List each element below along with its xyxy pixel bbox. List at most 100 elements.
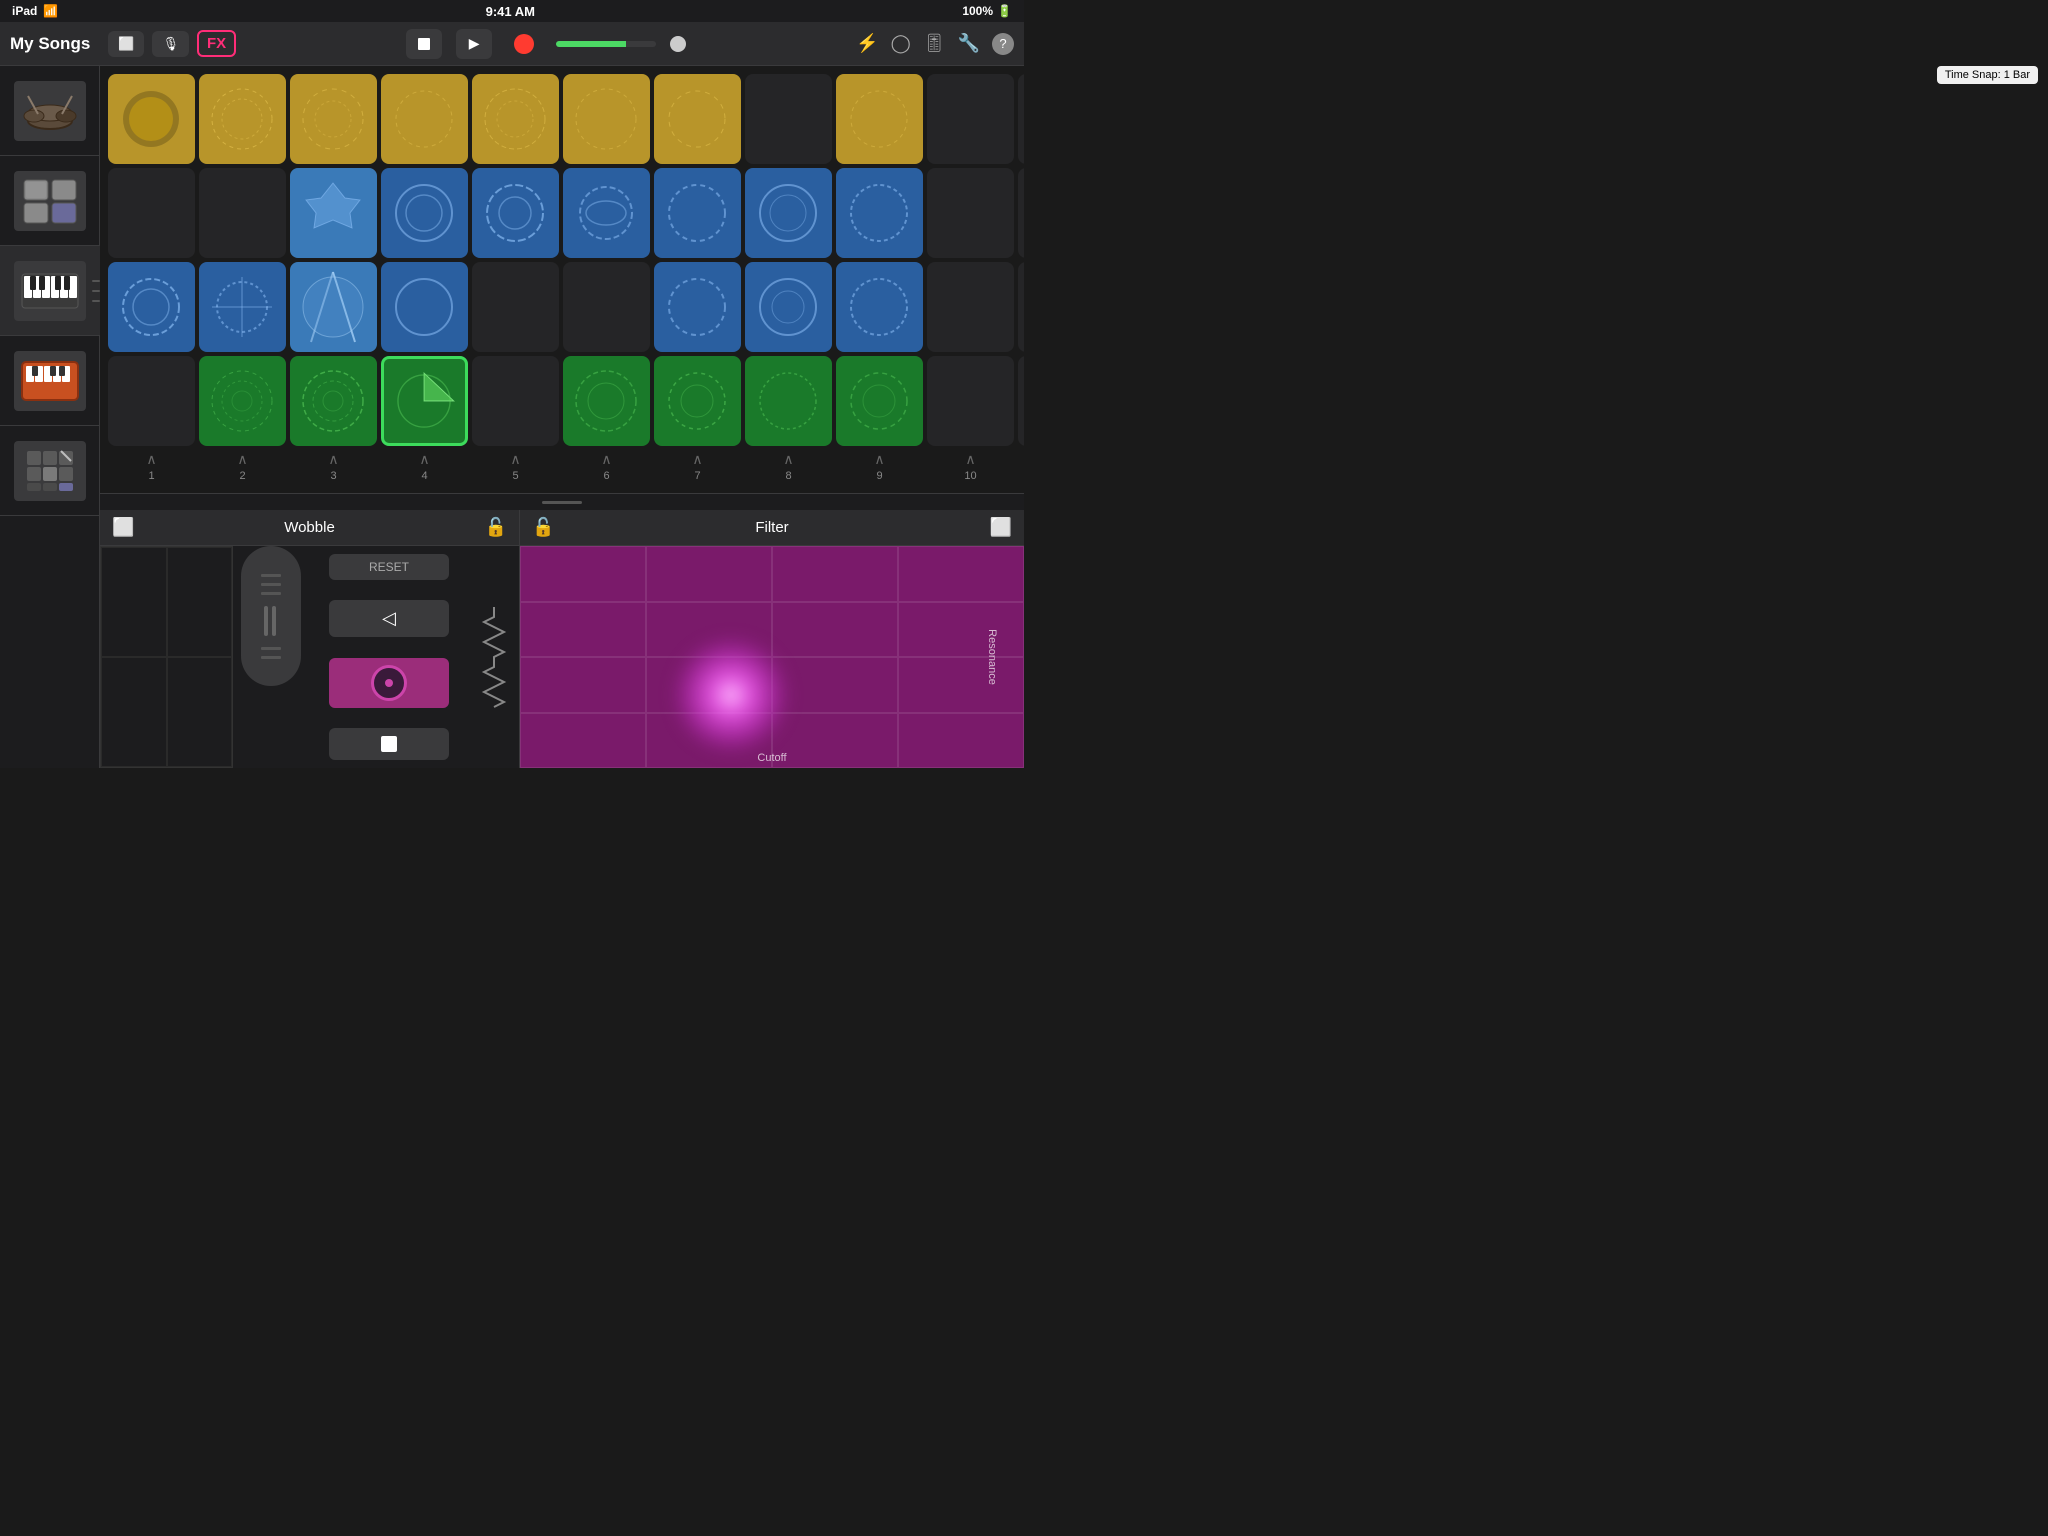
pad-3-5[interactable] [472, 262, 559, 352]
pad-1-2[interactable] [199, 74, 286, 164]
pad-3-8[interactable] [745, 262, 832, 352]
filter-cell-4 [898, 546, 1024, 602]
pad-2-3[interactable] [290, 168, 377, 258]
col-2[interactable]: ∧ 2 [199, 451, 286, 482]
pad-1-7[interactable] [654, 74, 741, 164]
wrench-icon[interactable]: 🔧 [958, 33, 980, 54]
wobble-scroll-knob[interactable] [241, 546, 301, 686]
pad-1-1[interactable] [108, 74, 195, 164]
back-button[interactable]: ◁ [329, 600, 449, 637]
loop-icon: ⬜ [118, 36, 134, 52]
pad-3-9[interactable] [836, 262, 923, 352]
volume-knob[interactable] [670, 36, 686, 52]
filter-cell-15 [772, 713, 898, 769]
col-7[interactable]: ∧ 7 [654, 451, 741, 482]
wobble-xy-pad[interactable] [100, 546, 233, 768]
squiggle-icon [474, 597, 514, 717]
col-5[interactable]: ∧ 5 [472, 451, 559, 482]
wobble-lock-icon[interactable]: 🔓 [485, 517, 507, 538]
stop-button[interactable] [329, 728, 449, 760]
instrument-keyboard[interactable] [0, 246, 100, 336]
wobble-q2[interactable] [167, 547, 233, 657]
pad-2-9[interactable] [836, 168, 923, 258]
instrument-grid[interactable] [0, 426, 100, 516]
pad-3-6[interactable] [563, 262, 650, 352]
pad-3-10[interactable] [927, 262, 1014, 352]
pad-3-1[interactable] [108, 262, 195, 352]
pad-1-9[interactable] [836, 74, 923, 164]
col-1[interactable]: ∧ 1 [108, 451, 195, 482]
col-6[interactable]: ∧ 6 [563, 451, 650, 482]
beat-pad-icon [14, 171, 86, 231]
play-button[interactable]: ▶ [456, 29, 492, 59]
filter-glow [671, 635, 791, 755]
pad-2-2[interactable] [199, 168, 286, 258]
pad-2-4[interactable] [381, 168, 468, 258]
instrument-beat-pad[interactable] [0, 156, 100, 246]
pad-2-6[interactable] [563, 168, 650, 258]
pad-4-10[interactable] [927, 356, 1014, 446]
stop-transport-button[interactable] [406, 29, 442, 59]
pad-4-11[interactable] [1018, 356, 1024, 446]
pad-4-7[interactable] [654, 356, 741, 446]
reset-button[interactable]: RESET [329, 554, 449, 580]
pad-2-11[interactable] [1018, 168, 1024, 258]
filter-expand-icon[interactable]: ⬜ [990, 517, 1012, 538]
pad-3-11[interactable] [1018, 262, 1024, 352]
wobble-q1[interactable] [101, 547, 167, 657]
status-bar: iPad 📶 9:41 AM 100% 🔋 [0, 0, 1024, 22]
pad-2-10[interactable] [927, 168, 1014, 258]
pad-4-2[interactable] [199, 356, 286, 446]
pad-1-8[interactable] [745, 74, 832, 164]
instrument-drum-kit[interactable] [0, 66, 100, 156]
pad-4-3[interactable] [290, 356, 377, 446]
filter-cell-5 [520, 602, 646, 658]
pad-3-7[interactable] [654, 262, 741, 352]
col-11[interactable]: ∧ 11 [1018, 451, 1024, 482]
mixer-icon[interactable]: 🎚 [923, 33, 946, 54]
wobble-q3[interactable] [101, 657, 167, 767]
pad-1-5[interactable] [472, 74, 559, 164]
col-4[interactable]: ∧ 4 [381, 451, 468, 482]
pad-2-5[interactable] [472, 168, 559, 258]
pad-4-6[interactable] [563, 356, 650, 446]
drag-handle[interactable] [100, 494, 1024, 510]
col-9[interactable]: ∧ 9 [836, 451, 923, 482]
pad-2-1[interactable] [108, 168, 195, 258]
metronome-icon[interactable]: ⚡ [856, 33, 878, 54]
filter-xy-display[interactable]: Cutoff Resonance [520, 546, 1024, 768]
help-icon[interactable]: ? [992, 33, 1014, 55]
pad-1-10[interactable] [927, 74, 1014, 164]
instrument-synth[interactable] [0, 336, 100, 426]
volume-slider[interactable] [556, 41, 656, 47]
pad-1-3[interactable] [290, 74, 377, 164]
pad-4-8[interactable] [745, 356, 832, 446]
headphone-icon[interactable]: ◯ [891, 33, 911, 54]
wobble-expand-icon[interactable]: ⬜ [112, 517, 134, 538]
loop-button[interactable]: ⬜ [108, 31, 144, 57]
pad-4-1[interactable] [108, 356, 195, 446]
pad-1-6[interactable] [563, 74, 650, 164]
pad-3-4[interactable] [381, 262, 468, 352]
pad-2-7[interactable] [654, 168, 741, 258]
pad-3-3[interactable] [290, 262, 377, 352]
pad-3-2[interactable] [199, 262, 286, 352]
mic-button[interactable]: 🎙 [152, 31, 189, 57]
record-button[interactable] [506, 29, 542, 59]
play-icon: ▶ [469, 35, 480, 52]
col-8[interactable]: ∧ 8 [745, 451, 832, 482]
wobble-q4[interactable] [167, 657, 233, 767]
fx-button[interactable]: FX [197, 30, 236, 57]
pad-4-4[interactable] [381, 356, 468, 446]
pad-4-9[interactable] [836, 356, 923, 446]
col-10[interactable]: ∧ 10 [927, 451, 1014, 482]
column-numbers: ∧ 1 ∧ 2 ∧ 3 ∧ 4 ∧ 5 [108, 446, 1016, 486]
resize-grip[interactable] [92, 276, 100, 306]
pad-4-5[interactable] [472, 356, 559, 446]
filter-lock-icon[interactable]: 🔓 [532, 517, 554, 538]
vinyl-button[interactable] [329, 658, 449, 708]
pad-2-8[interactable] [745, 168, 832, 258]
pad-1-11[interactable] [1018, 74, 1024, 164]
pad-1-4[interactable] [381, 74, 468, 164]
col-3[interactable]: ∧ 3 [290, 451, 377, 482]
